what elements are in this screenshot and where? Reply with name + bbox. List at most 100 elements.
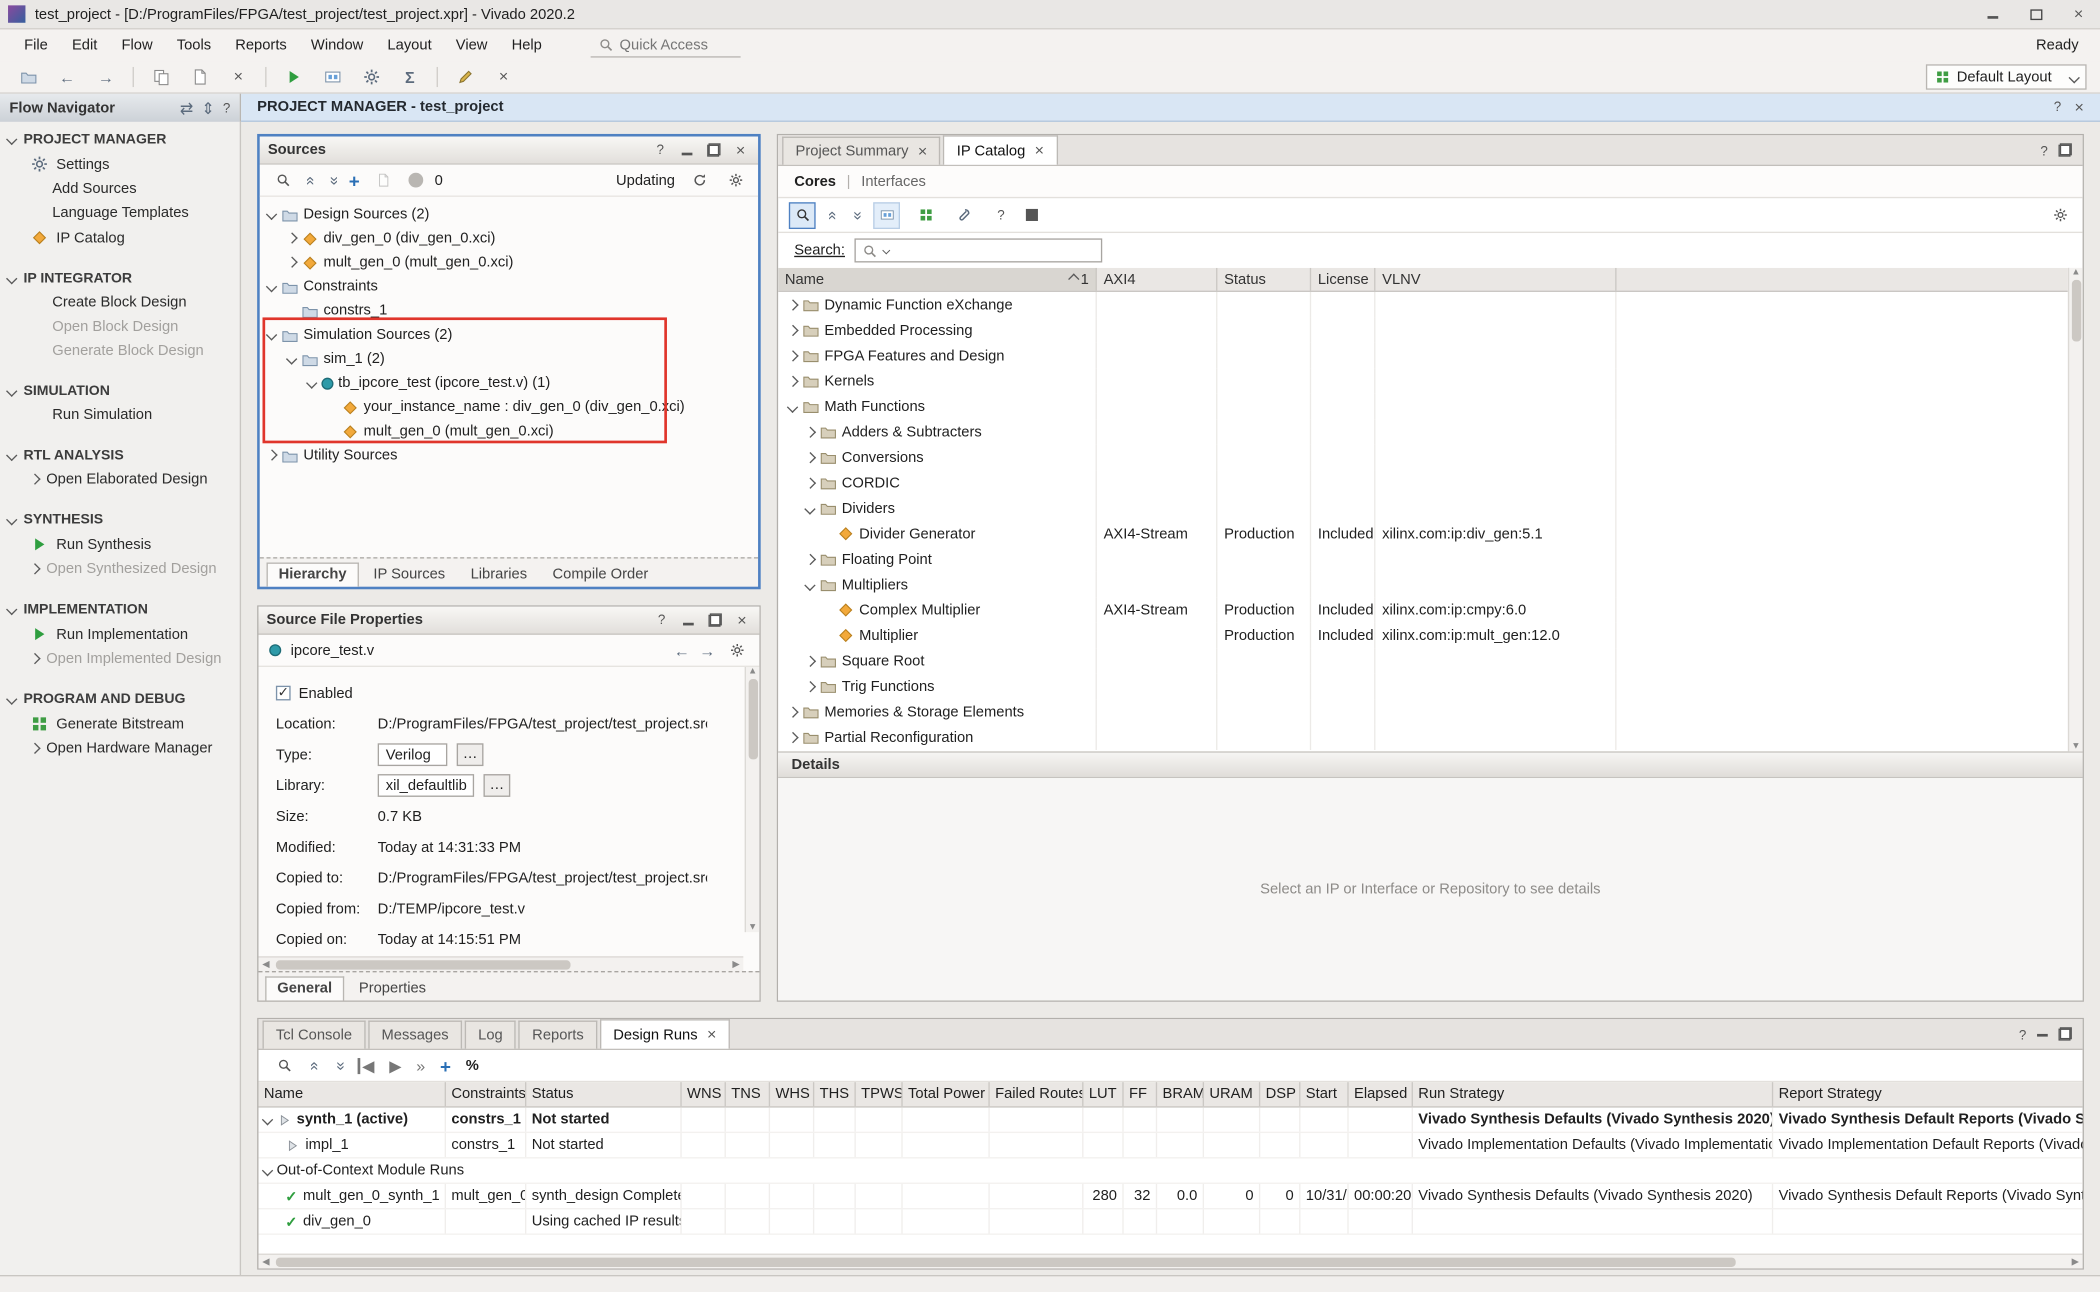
expand-icon[interactable]: ⇕: [201, 100, 214, 116]
flownav-item-open-implemented-design[interactable]: Open Implemented Design: [0, 647, 240, 671]
tree-item-tb-ipcore-test[interactable]: tb_ipcore_test (ipcore_test.v) (1): [260, 371, 758, 395]
flownav-item-ip-catalog[interactable]: IP Catalog: [0, 225, 240, 250]
redo-button[interactable]: →: [94, 65, 118, 89]
vertical-scrollbar[interactable]: ▲▼: [745, 667, 760, 932]
column-header-name[interactable]: Name1: [778, 268, 1097, 291]
file-icon[interactable]: [372, 168, 396, 192]
column-header[interactable]: Run Strategy: [1413, 1082, 1773, 1106]
tab-ip-catalog[interactable]: IP Catalog: [943, 135, 1057, 164]
help-icon[interactable]: [651, 140, 670, 160]
create-runs-icon[interactable]: +: [440, 1055, 451, 1076]
chevron-down-icon[interactable]: [307, 378, 317, 388]
close-icon[interactable]: [733, 610, 752, 630]
cancel-button[interactable]: [492, 65, 516, 89]
design-run-row-impl-1[interactable]: impl_1 constrs_1 Not started Vivado Impl…: [258, 1133, 2082, 1158]
add-ip-icon[interactable]: [914, 203, 938, 227]
scroll-right-icon[interactable]: ▶: [729, 959, 744, 970]
tree-item-mult-gen-0-sim[interactable]: mult_gen_0 (mult_gen_0.xci): [260, 419, 758, 443]
paste-button[interactable]: [188, 65, 212, 89]
chevron-right-icon[interactable]: [286, 233, 296, 243]
ip-category-row[interactable]: Math Functions: [778, 394, 2068, 419]
chevron-down-icon[interactable]: [787, 401, 797, 411]
chevron-right-icon[interactable]: [286, 257, 296, 267]
flownav-item-open-hardware-manager[interactable]: Open Hardware Manager: [0, 737, 240, 761]
tab-design-runs[interactable]: Design Runs: [600, 1019, 730, 1048]
tab-messages[interactable]: Messages: [368, 1021, 462, 1049]
help-icon[interactable]: [652, 610, 671, 630]
view-cores[interactable]: Cores: [794, 173, 836, 189]
column-header[interactable]: Name: [258, 1082, 446, 1106]
float-icon[interactable]: [704, 140, 723, 160]
search-icon[interactable]: [789, 202, 816, 229]
flownav-section-header[interactable]: SYNTHESIS: [0, 508, 240, 532]
tab-ip-sources[interactable]: IP Sources: [363, 564, 456, 587]
search-icon[interactable]: [272, 1053, 296, 1077]
tab-hierarchy[interactable]: Hierarchy: [267, 563, 359, 587]
chevron-right-icon[interactable]: [787, 299, 797, 309]
close-icon[interactable]: [918, 143, 927, 160]
flownav-section-header[interactable]: RTL ANALYSIS: [0, 443, 240, 467]
ip-category-row[interactable]: CORDIC: [778, 470, 2068, 495]
tree-item-simulation-sources[interactable]: Simulation Sources (2): [260, 323, 758, 347]
collapse-all-icon[interactable]: «: [307, 1061, 323, 1070]
tab-log[interactable]: Log: [465, 1021, 516, 1049]
close-icon[interactable]: [707, 1026, 716, 1043]
close-icon[interactable]: [731, 140, 750, 160]
tree-item-constrs-1[interactable]: constrs_1: [260, 299, 758, 323]
ip-category-row[interactable]: FPGA Features and Design: [778, 343, 2068, 368]
ip-category-row[interactable]: Square Root: [778, 648, 2068, 673]
delete-button[interactable]: [226, 65, 250, 89]
ip-category-row[interactable]: Floating Point: [778, 546, 2068, 571]
column-header[interactable]: Start: [1300, 1082, 1348, 1106]
design-run-row-synth-1[interactable]: synth_1 (active) constrs_1 Not started V…: [258, 1108, 2082, 1133]
scroll-down-icon[interactable]: ▼: [745, 923, 759, 932]
gear-icon[interactable]: [725, 638, 749, 662]
flownav-item-open-elaborated-design[interactable]: Open Elaborated Design: [0, 467, 240, 491]
column-header[interactable]: Status: [526, 1082, 681, 1106]
tab-project-summary[interactable]: Project Summary: [782, 137, 941, 165]
settings-button[interactable]: [359, 65, 383, 89]
chevron-right-icon[interactable]: [805, 427, 815, 437]
tree-item-sim-1[interactable]: sim_1 (2): [260, 347, 758, 371]
column-header[interactable]: FF: [1124, 1082, 1157, 1106]
ip-category-row[interactable]: Kernels: [778, 368, 2068, 393]
scroll-up-icon[interactable]: ▲: [2069, 268, 2084, 277]
chevron-right-icon[interactable]: [787, 707, 797, 717]
flownav-item-language-templates[interactable]: Language Templates: [0, 201, 240, 225]
chevron-down-icon[interactable]: [286, 354, 296, 364]
help-icon[interactable]: [2019, 1027, 2026, 1043]
column-header-status[interactable]: Status: [1217, 268, 1311, 291]
design-run-group-ooc[interactable]: Out-of-Context Module Runs: [258, 1158, 2082, 1183]
help-icon[interactable]: [2040, 143, 2047, 159]
edit-button[interactable]: [453, 65, 477, 89]
column-header[interactable]: TPWS: [856, 1082, 903, 1106]
flownav-item-run-simulation[interactable]: Run Simulation: [0, 403, 240, 427]
undo-button[interactable]: ←: [55, 65, 79, 89]
column-header-axi4[interactable]: AXI4: [1097, 268, 1218, 291]
ip-category-row[interactable]: Dividers: [778, 496, 2068, 521]
tab-compile-order[interactable]: Compile Order: [542, 564, 659, 587]
column-header[interactable]: Failed Routes: [990, 1082, 1084, 1106]
chevron-right-icon[interactable]: [805, 452, 815, 462]
tree-item-mult-gen-0[interactable]: mult_gen_0 (mult_gen_0.xci): [260, 250, 758, 274]
flownav-section-header[interactable]: SIMULATION: [0, 379, 240, 403]
close-button[interactable]: [2057, 0, 2100, 28]
ip-category-row[interactable]: Trig Functions: [778, 674, 2068, 699]
minimize-icon[interactable]: [679, 610, 698, 630]
menu-tools[interactable]: Tools: [166, 33, 222, 57]
column-header-vlnv[interactable]: VLNV: [1375, 268, 1616, 291]
ip-category-row[interactable]: Memories & Storage Elements: [778, 699, 2068, 724]
tab-properties[interactable]: Properties: [348, 978, 437, 1001]
open-project-button[interactable]: [16, 65, 40, 89]
collapse-all-icon[interactable]: «: [825, 210, 841, 219]
vertical-scrollbar[interactable]: ▲▼: [2068, 268, 2083, 751]
details-header[interactable]: Details: [778, 751, 2082, 778]
column-header[interactable]: BRAM: [1157, 1082, 1204, 1106]
flownav-item-add-sources[interactable]: Add Sources: [0, 177, 240, 201]
chevron-down-icon[interactable]: [805, 579, 815, 589]
flownav-section-header[interactable]: IMPLEMENTATION: [0, 597, 240, 621]
view-interfaces[interactable]: Interfaces: [861, 173, 926, 189]
ip-core-row[interactable]: Divider GeneratorAXI4-StreamProductionIn…: [778, 521, 2068, 546]
flownav-item-generate-bitstream[interactable]: Generate Bitstream: [0, 711, 240, 736]
flownav-item-open-block-design[interactable]: Open Block Design: [0, 315, 240, 339]
